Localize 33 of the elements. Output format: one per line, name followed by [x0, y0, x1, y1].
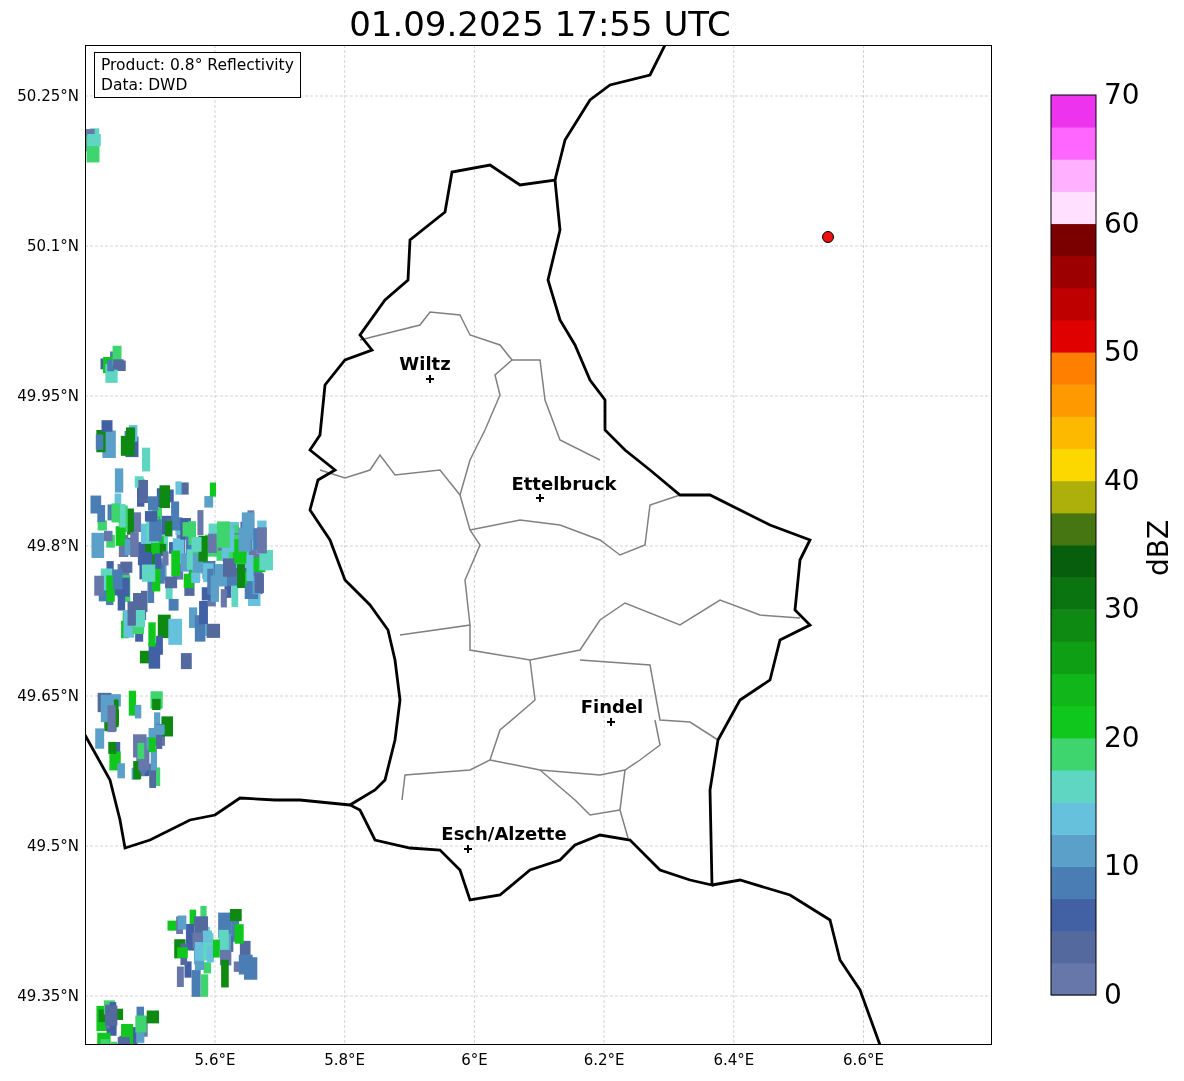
chart-title: 01.09.2025 17:55 UTC: [348, 4, 732, 44]
latitude-label: 49.8°N: [26, 537, 79, 555]
latitude-label: 49.35°N: [17, 987, 79, 1005]
place-label: Ettelbruck: [511, 472, 617, 494]
colorbar-tick-label: 60: [1104, 207, 1140, 240]
colorbar-tick-label: 50: [1104, 336, 1140, 369]
place-marker-icon: [607, 718, 615, 726]
longitude-label: 5.6°E: [194, 1051, 236, 1069]
longitude-label: 5.8°E: [324, 1051, 366, 1069]
longitude-label: 6°E: [461, 1051, 488, 1069]
colorbar-tick-label: 10: [1104, 850, 1140, 883]
place-label: Findel: [580, 695, 644, 717]
colorbar-tick-label: 0: [1104, 979, 1122, 1011]
place-marker-icon: [536, 494, 544, 502]
place-label: Esch/Alzette: [441, 822, 567, 844]
latitude-label: 49.65°N: [17, 687, 79, 705]
latitude-label: 50.25°N: [17, 87, 79, 105]
colorbar-label: dBZ: [1141, 519, 1175, 577]
place-marker-icon: [464, 845, 472, 853]
colorbar-tick-label: 30: [1104, 593, 1140, 626]
longitude-label: 6.2°E: [583, 1051, 625, 1069]
place-marker-icon: [426, 375, 434, 383]
place-label: Wiltz: [399, 352, 451, 374]
info-line: Data: DWD: [101, 75, 189, 95]
latitude-label: 49.5°N: [26, 837, 79, 855]
colorbar-tick-label: 40: [1104, 464, 1140, 497]
longitude-label: 6.6°E: [843, 1051, 884, 1069]
longitude-label: 6.4°E: [713, 1051, 755, 1069]
latitude-label: 50.1°N: [26, 237, 79, 255]
colorbar-tick-label: 20: [1104, 721, 1140, 754]
info-line: Product: 0.8° Reflectivity: [101, 55, 294, 75]
colorbar-tick-label: 70: [1104, 79, 1140, 111]
latitude-label: 49.95°N: [17, 387, 79, 405]
